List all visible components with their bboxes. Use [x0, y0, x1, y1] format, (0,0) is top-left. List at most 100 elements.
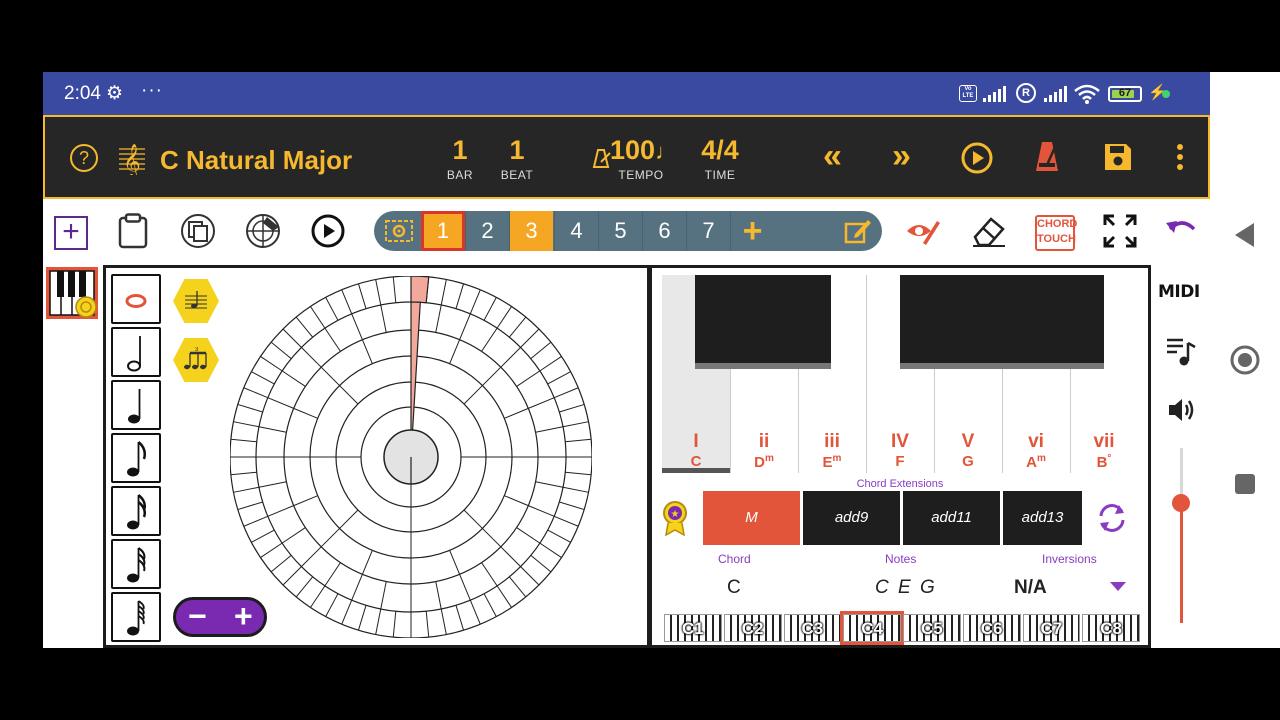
degree-ii[interactable]: ii Dm — [730, 431, 798, 471]
play-track-icon[interactable] — [310, 213, 346, 249]
minus-button[interactable]: − — [188, 598, 207, 635]
wheel-divider — [425, 611, 430, 638]
wheel-divider — [361, 339, 373, 364]
tempo-field[interactable]: 100♩ TEMPO — [610, 135, 677, 182]
octave-c8[interactable]: C8 — [1082, 614, 1140, 642]
quarter-note-button[interactable] — [111, 380, 161, 430]
degree-iii[interactable]: iii Em — [798, 431, 866, 471]
tab-4[interactable]: 4 — [554, 211, 598, 251]
wheel-divider — [483, 593, 497, 617]
black-key[interactable] — [968, 275, 1036, 369]
save-icon[interactable] — [1103, 142, 1133, 172]
extension-add9[interactable]: add9 — [803, 491, 900, 545]
black-key[interactable] — [900, 275, 968, 369]
help-button[interactable]: ? — [70, 144, 98, 172]
wheel-divider — [339, 385, 359, 405]
play-icon[interactable] — [960, 141, 994, 175]
tab-1[interactable]: 1 — [421, 211, 465, 251]
wheel-divider — [440, 279, 447, 306]
midi-button[interactable]: MIDI — [1158, 282, 1200, 302]
tab-2[interactable]: 2 — [465, 211, 509, 251]
add-track-button[interactable]: + — [54, 216, 88, 250]
recents-icon[interactable] — [1235, 474, 1255, 494]
eraser-icon[interactable] — [971, 213, 1007, 249]
premium-badge-icon[interactable]: ★ — [662, 501, 688, 537]
edit-icon[interactable] — [844, 218, 872, 244]
wheel-divider — [260, 542, 283, 558]
tab-7[interactable]: 7 — [686, 211, 730, 251]
notes-value: C E G — [875, 577, 937, 598]
add-tab-button[interactable]: + — [730, 211, 774, 251]
sixty-fourth-note-button[interactable] — [111, 592, 161, 642]
playlist-icon[interactable] — [1165, 335, 1197, 367]
back-icon[interactable] — [1234, 222, 1256, 248]
fullscreen-icon[interactable] — [1102, 213, 1138, 249]
half-note-button[interactable] — [111, 327, 161, 377]
black-key[interactable] — [763, 275, 831, 369]
degree-i[interactable]: IC — [662, 431, 730, 470]
copy-icon[interactable] — [180, 213, 216, 249]
sixteenth-note-button[interactable] — [111, 486, 161, 536]
extension-m[interactable]: M — [703, 491, 800, 545]
volume-icon[interactable] — [1167, 396, 1197, 424]
degree-iv[interactable]: IV F — [866, 431, 934, 470]
tab-3[interactable]: 3 — [509, 211, 553, 251]
more-options-icon[interactable] — [1173, 142, 1187, 174]
tab-5[interactable]: 5 — [598, 211, 642, 251]
wheel-divider — [449, 550, 461, 575]
octave-label: C4 — [861, 619, 883, 638]
bar-field[interactable]: 1 BAR — [440, 135, 480, 182]
note-hex-button[interactable] — [173, 279, 219, 323]
chord-touch-button[interactable]: CHORD TOUCH — [1035, 215, 1077, 251]
wheel-divider — [500, 546, 521, 567]
time-signature-field[interactable]: 4/4 TIME — [697, 135, 743, 182]
beat-field[interactable]: 1 BEAT — [495, 135, 539, 182]
extension-add13[interactable]: add13 — [1003, 491, 1082, 545]
visibility-edit-icon[interactable] — [905, 213, 941, 249]
black-key[interactable] — [1036, 275, 1104, 369]
fast-forward-icon[interactable]: » — [892, 137, 911, 176]
rhythm-wheel[interactable] — [230, 276, 592, 638]
degree-note: Dm — [754, 453, 774, 471]
volte-icon: Vo LTE — [959, 85, 977, 102]
volume-slider-thumb[interactable] — [1172, 494, 1190, 512]
scale-title[interactable]: C Natural Major — [160, 145, 352, 176]
tuplet-hex-button[interactable]: 3 — [173, 338, 219, 382]
metronome-icon[interactable] — [1033, 139, 1061, 173]
refresh-icon[interactable] — [1095, 501, 1129, 535]
extension-add11[interactable]: add11 — [903, 491, 1000, 545]
tab-6[interactable]: 6 — [642, 211, 686, 251]
degree-vii[interactable]: vii B° — [1070, 431, 1138, 471]
piano-mode-icon[interactable] — [46, 267, 98, 319]
thirty-second-note-button[interactable] — [111, 539, 161, 589]
octave-c5[interactable]: C5 — [903, 614, 961, 642]
octave-c3[interactable]: C3 — [783, 614, 842, 642]
octave-c6[interactable]: C6 — [962, 614, 1021, 642]
track-settings-icon[interactable] — [384, 217, 414, 245]
clipboard-icon[interactable] — [115, 213, 151, 249]
degree-v[interactable]: VG — [934, 431, 1002, 470]
octave-c2[interactable]: C2 — [723, 614, 782, 642]
rewind-icon[interactable]: « — [823, 137, 842, 176]
octave-c1[interactable]: C1 — [664, 614, 722, 642]
wheel-divider — [565, 438, 592, 443]
degree-note: Em — [822, 453, 842, 471]
home-icon[interactable] — [1229, 344, 1261, 376]
inversion-dropdown-icon[interactable] — [1110, 582, 1126, 592]
octave-c4[interactable]: C4 — [840, 611, 904, 645]
octave-c7[interactable]: C7 — [1022, 614, 1081, 642]
time-value: 4/4 — [701, 135, 739, 165]
erase-circle-icon[interactable] — [245, 213, 281, 249]
wheel-divider — [320, 528, 340, 548]
inversion-value[interactable]: N/A — [1014, 577, 1047, 599]
degree-vi[interactable]: vi Am — [1002, 431, 1070, 471]
black-key[interactable] — [695, 275, 763, 369]
wheel-divider — [270, 341, 292, 360]
plus-button[interactable]: + — [234, 598, 253, 635]
eighth-note-button[interactable] — [111, 433, 161, 483]
whole-note-button[interactable] — [111, 274, 161, 324]
undo-icon[interactable] — [1164, 213, 1200, 249]
wheel-divider — [357, 283, 367, 309]
wheel-divider — [520, 328, 540, 348]
treble-clef-icon[interactable]: 𝄞 — [117, 139, 147, 175]
